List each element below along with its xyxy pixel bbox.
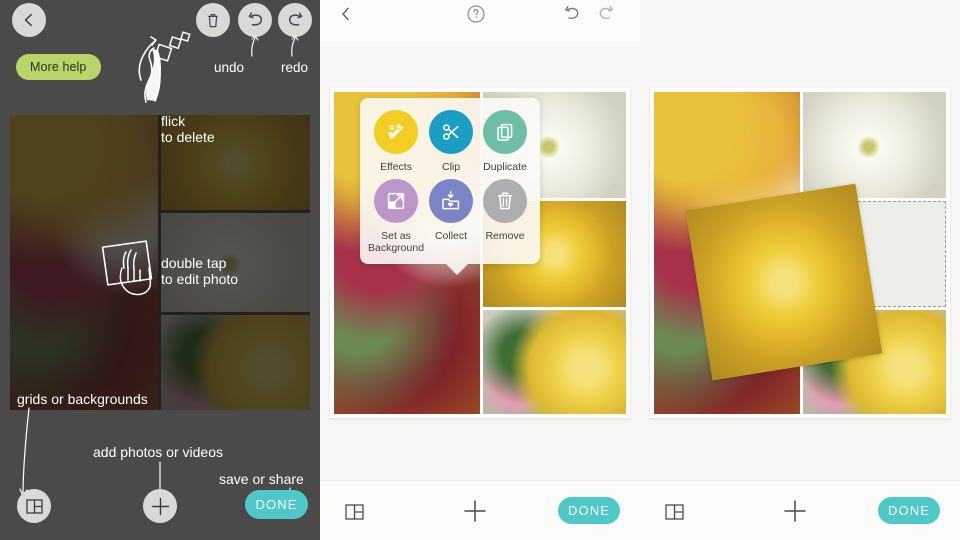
scissors-icon [429, 110, 474, 154]
annotation-flick-line2: to delete [161, 129, 215, 145]
save-to-folder-icon [429, 179, 474, 223]
grid-layout-icon[interactable] [342, 499, 366, 523]
annotation-flick-line1: flick [161, 113, 186, 129]
menu-item-label: Remove [485, 230, 525, 242]
done-button[interactable]: DONE [558, 497, 620, 524]
more-help-button[interactable]: More help [16, 54, 101, 80]
back-chevron-icon[interactable] [12, 3, 46, 37]
menu-item-label: Effects [380, 161, 412, 173]
photo-yellow-mum [685, 183, 883, 381]
collage-column-left [10, 115, 158, 410]
editor-top-bar [320, 0, 640, 46]
done-button[interactable]: DONE [245, 490, 308, 519]
menu-item-set-as-background[interactable]: Set as Background [368, 179, 424, 254]
done-button[interactable]: DONE [878, 497, 940, 524]
plus-icon[interactable] [143, 489, 177, 523]
editor-bottom-bar: DONE [640, 480, 960, 540]
menu-item-label: Set as Background [368, 230, 425, 254]
redo-icon[interactable] [594, 2, 618, 26]
collage-cell-green-yellow[interactable] [483, 310, 626, 414]
annotation-grids: grids or backgrounds [17, 391, 148, 407]
menu-item-duplicate[interactable]: Duplicate [478, 110, 532, 173]
trash-icon[interactable] [196, 3, 230, 37]
photo-green-yellow-flowers [161, 315, 310, 410]
three-panel-screenshot: More help undo redo flick to delete doub… [0, 0, 960, 540]
duplicate-copy-icon [483, 110, 527, 154]
context-menu-pointer [446, 264, 468, 275]
photo-green-yellow-flowers [483, 310, 626, 414]
annotation-double-tap-line1: double tap [161, 255, 227, 271]
photo-bouquet [10, 115, 158, 410]
annotation-undo: undo [214, 60, 245, 75]
menu-item-collect[interactable]: Collect [424, 179, 478, 254]
undo-icon[interactable] [560, 2, 584, 26]
trash-icon [483, 179, 527, 223]
grid-layout-icon[interactable] [17, 489, 51, 523]
rotated-duplicated-photo[interactable] [685, 183, 883, 381]
collage-cell-green-yellow[interactable] [161, 315, 310, 410]
tutorial-top-bar [0, 0, 320, 40]
annotation-add-photos: add photos or videos [93, 444, 223, 460]
annotation-double-tap-line2: to edit photo [161, 271, 239, 287]
collage-cell-bouquet[interactable] [10, 115, 158, 410]
help-question-icon[interactable] [464, 2, 488, 26]
annotation-redo: redo [281, 60, 309, 75]
redo-icon[interactable] [278, 3, 312, 37]
menu-item-label: Collect [434, 230, 468, 242]
back-chevron-icon[interactable] [334, 2, 358, 26]
menu-item-label: Duplicate [483, 161, 527, 173]
menu-item-remove[interactable]: Remove [478, 179, 532, 254]
collage-result-panel: DONE [640, 0, 960, 540]
collage-cell-white-mum[interactable] [803, 92, 946, 198]
tutorial-overlay-panel: More help undo redo flick to delete doub… [0, 0, 320, 540]
menu-item-clip[interactable]: Clip [424, 110, 478, 173]
menu-item-effects[interactable]: Effects [368, 110, 424, 173]
magic-wand-icon [374, 110, 419, 154]
plus-icon[interactable] [782, 498, 808, 524]
collage-canvas[interactable] [650, 88, 950, 418]
tutorial-bottom-bar: DONE [0, 480, 320, 540]
undo-icon[interactable] [238, 3, 272, 37]
collage-preview [10, 115, 310, 410]
grid-layout-icon[interactable] [662, 499, 686, 523]
collage-canvas[interactable]: Effects Clip Duplicate Set as Background… [330, 88, 630, 418]
photo-white-mum [803, 92, 946, 198]
editor-bottom-bar: DONE [320, 480, 640, 540]
expand-to-background-icon [374, 179, 419, 223]
plus-icon[interactable] [462, 498, 488, 524]
menu-item-label: Clip [441, 161, 461, 173]
collage-editor-with-context-menu: Effects Clip Duplicate Set as Background… [320, 0, 640, 540]
photo-context-menu: Effects Clip Duplicate Set as Background… [360, 98, 540, 275]
